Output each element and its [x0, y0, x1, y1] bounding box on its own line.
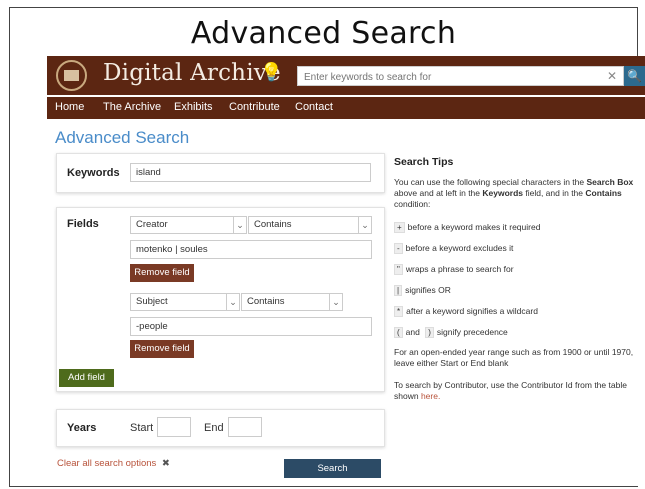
- page-heading: Advanced Search: [55, 128, 190, 147]
- seal-logo-icon: [56, 60, 87, 91]
- operator-select-2-value: Contains: [247, 296, 285, 307]
- field-select-1-value: Creator: [136, 219, 168, 230]
- search-submit-icon[interactable]: 🔍: [624, 66, 645, 86]
- field-select-2[interactable]: Subject ⌄: [130, 293, 240, 311]
- tip-or: | signifies OR: [394, 285, 639, 296]
- chevron-down-icon: ⌄: [358, 217, 371, 233]
- tip-wildcard: * after a keyword signifies a wildcard: [394, 306, 639, 317]
- operator-select-2[interactable]: Contains ⌄: [241, 293, 343, 311]
- years-start-input[interactable]: [157, 417, 191, 437]
- remove-field-button-2[interactable]: Remove field: [130, 340, 194, 358]
- contributor-table-link[interactable]: here.: [421, 391, 440, 401]
- site-screenshot: Digital Archive 💡 ✕ 🔍 Home The Archive E…: [47, 56, 645, 486]
- keywords-label: Keywords: [67, 167, 120, 179]
- clear-search-options-link[interactable]: Clear all search options ✖: [57, 458, 170, 469]
- nav-contact[interactable]: Contact: [295, 101, 333, 113]
- years-label: Years: [67, 422, 97, 434]
- lightbulb-icon: 💡: [260, 62, 283, 82]
- chevron-down-icon: ⌄: [226, 294, 239, 310]
- years-end-label: End: [204, 422, 224, 434]
- tip-year-range: For an open-ended year range such as fro…: [394, 347, 634, 368]
- remove-field-button-1[interactable]: Remove field: [130, 264, 194, 282]
- tip-exclude: - before a keyword excludes it: [394, 243, 639, 254]
- field-select-2-value: Subject: [136, 296, 168, 307]
- clear-search-icon[interactable]: ✕: [607, 69, 617, 83]
- field-value-input-1[interactable]: motenko | soules: [130, 240, 372, 259]
- slide-title: Advanced Search: [190, 16, 457, 51]
- close-icon: ✖: [161, 458, 170, 469]
- site-search-box: ✕: [297, 66, 624, 87]
- years-start-label: Start: [130, 422, 154, 434]
- tip-required: + before a keyword makes it required: [394, 222, 639, 233]
- search-tips-heading: Search Tips: [394, 156, 454, 168]
- tip-phrase: " wraps a phrase to search for: [394, 264, 639, 275]
- site-brand[interactable]: Digital Archive: [103, 60, 281, 86]
- operator-select-1[interactable]: Contains ⌄: [248, 216, 372, 234]
- search-button[interactable]: Search: [284, 459, 381, 478]
- keywords-panel: Keywords island: [56, 153, 385, 193]
- site-search-input[interactable]: [298, 68, 600, 87]
- chevron-down-icon: ⌄: [329, 294, 342, 310]
- fields-label: Fields: [67, 218, 99, 230]
- fields-panel: Fields Creator ⌄ Contains ⌄ motenko | so…: [56, 207, 385, 392]
- tip-contributor: To search by Contributor, use the Contri…: [394, 380, 627, 401]
- keywords-input[interactable]: island: [130, 163, 371, 182]
- main-nav: Home The Archive Exhibits Contribute Con…: [47, 97, 645, 119]
- search-tips-intro: You can use the following special charac…: [394, 177, 634, 209]
- field-value-input-2[interactable]: -people: [130, 317, 372, 336]
- clear-search-options-label: Clear all search options: [57, 458, 157, 469]
- chevron-down-icon: ⌄: [233, 217, 246, 233]
- nav-the-archive[interactable]: The Archive: [103, 101, 161, 113]
- nav-exhibits[interactable]: Exhibits: [174, 101, 213, 113]
- years-panel: Years Start End: [56, 409, 385, 447]
- field-select-1[interactable]: Creator ⌄: [130, 216, 247, 234]
- tip-precedence: (and ) signify precedence: [394, 327, 639, 338]
- years-end-input[interactable]: [228, 417, 262, 437]
- operator-select-1-value: Contains: [254, 219, 292, 230]
- nav-home[interactable]: Home: [55, 101, 84, 113]
- nav-contribute[interactable]: Contribute: [229, 101, 280, 113]
- add-field-button[interactable]: Add field: [59, 369, 114, 387]
- site-banner: Digital Archive 💡 ✕ 🔍: [47, 56, 645, 95]
- slide: Advanced Search Digital Archive 💡 ✕ 🔍 Ho…: [9, 7, 645, 487]
